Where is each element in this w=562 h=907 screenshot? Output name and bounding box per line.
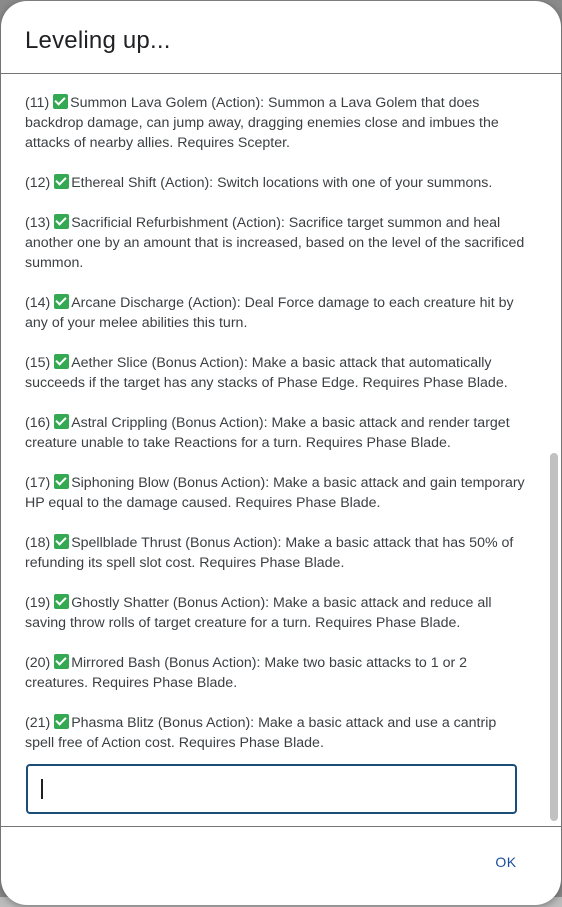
list-item: (20) Mirrored Bash (Bonus Action): Make … (25, 653, 525, 693)
entry-number: (19) (25, 595, 51, 611)
list-item: (18) Spellblade Thrust (Bonus Action): M… (25, 533, 525, 573)
entry-number: (12) (25, 175, 51, 191)
dialog-content[interactable]: (11) Summon Lava Golem (Action): Summon … (1, 74, 549, 826)
divider (1, 826, 561, 827)
entry-number: (14) (25, 295, 51, 311)
check-mark-icon (53, 94, 69, 109)
entry-text: Sacrificial Refurbishment (Action): Sacr… (25, 215, 525, 271)
entry-text: Phasma Blitz (Bonus Action): Make a basi… (25, 715, 497, 751)
scrollbar-thumb[interactable] (550, 453, 558, 821)
list-item: (19) Ghostly Shatter (Bonus Action): Mak… (25, 593, 525, 633)
list-item: (12) Ethereal Shift (Action): Switch loc… (25, 173, 525, 193)
entry-number: (20) (25, 655, 51, 671)
check-mark-icon (54, 474, 70, 489)
list-item: (13) Sacrificial Refurbishment (Action):… (25, 213, 525, 273)
entry-number: (21) (25, 715, 51, 731)
check-mark-icon (54, 294, 70, 309)
response-input[interactable] (26, 764, 517, 814)
entry-text: Ethereal Shift (Action): Switch location… (71, 175, 493, 191)
list-item: (21) Phasma Blitz (Bonus Action): Make a… (25, 713, 525, 753)
entry-text: Ghostly Shatter (Bonus Action): Make a b… (25, 595, 492, 631)
check-mark-icon (54, 714, 70, 729)
ok-button[interactable]: OK (482, 843, 530, 881)
check-mark-icon (54, 354, 70, 369)
leveling-dialog: Leveling up... (11) Summon Lava Golem (A… (1, 1, 561, 905)
check-mark-icon (54, 214, 70, 229)
text-caret (41, 779, 43, 799)
entry-number: (16) (25, 415, 51, 431)
check-mark-icon (54, 414, 70, 429)
entry-text: Mirrored Bash (Bonus Action): Make two b… (25, 655, 468, 691)
check-mark-icon (54, 534, 70, 549)
dialog-title: Leveling up... (25, 27, 171, 54)
list-item: (14) Arcane Discharge (Action): Deal For… (25, 293, 525, 333)
list-item: (15) Aether Slice (Bonus Action): Make a… (25, 353, 525, 393)
entry-number: (11) (25, 95, 50, 111)
check-mark-icon (54, 174, 70, 189)
list-item: (16) Astral Crippling (Bonus Action): Ma… (25, 413, 525, 453)
list-item: (17) Siphoning Blow (Bonus Action): Make… (25, 473, 525, 513)
entry-text: Siphoning Blow (Bonus Action): Make a ba… (25, 475, 525, 511)
entry-number: (15) (25, 355, 51, 371)
entry-number: (18) (25, 535, 51, 551)
check-mark-icon (54, 654, 70, 669)
entry-text: Aether Slice (Bonus Action): Make a basi… (25, 355, 508, 391)
entry-text: Spellblade Thrust (Bonus Action): Make a… (25, 535, 514, 571)
entry-number: (13) (25, 215, 51, 231)
entry-text: Summon Lava Golem (Action): Summon a Lav… (25, 95, 499, 151)
entry-text: Astral Crippling (Bonus Action): Make a … (25, 415, 510, 451)
entry-number: (17) (25, 475, 51, 491)
list-item: (11) Summon Lava Golem (Action): Summon … (25, 93, 525, 153)
entry-text: Arcane Discharge (Action): Deal Force da… (25, 295, 514, 331)
check-mark-icon (54, 594, 70, 609)
